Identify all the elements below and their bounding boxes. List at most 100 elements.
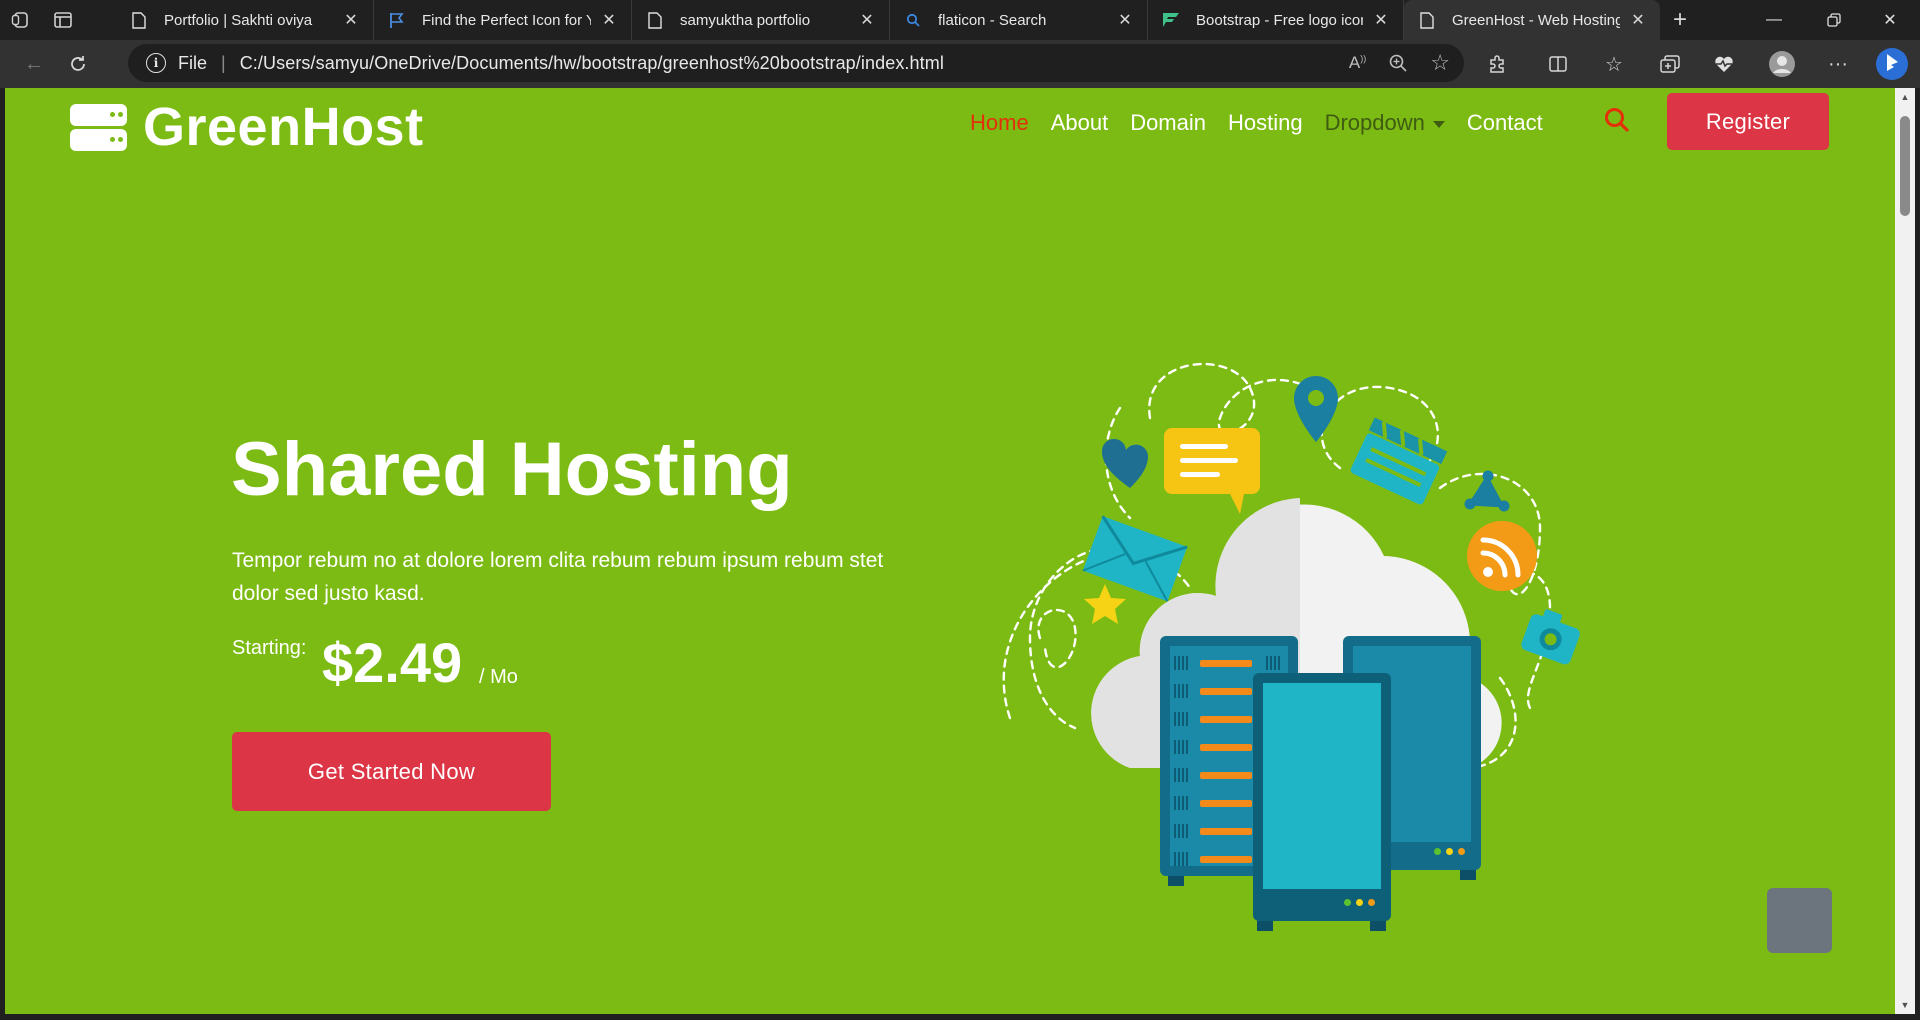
profile-button[interactable] (1760, 44, 1804, 84)
restore-button[interactable] (1804, 0, 1864, 40)
minimize-icon: — (1766, 11, 1782, 28)
address-bar[interactable]: i File | C:/Users/samyu/OneDrive/Documen… (128, 44, 1464, 82)
favorites-button[interactable]: ☆ (1592, 44, 1636, 84)
arrow-left-icon: ← (24, 52, 44, 75)
zoom-icon[interactable] (1388, 53, 1408, 73)
tab-title: GreenHost - Web Hosting (1452, 11, 1620, 29)
url-scheme: File (178, 52, 208, 73)
nav-dropdown-label: Dropdown (1324, 110, 1425, 135)
price-value: $2.49 (322, 631, 463, 694)
browser-tab-active[interactable]: GreenHost - Web Hosting ✕ (1404, 0, 1660, 40)
tab-title: Portfolio | Sakhti oviya (164, 11, 313, 29)
tab-actions-button[interactable] (42, 0, 84, 40)
heart-pulse-icon (1715, 56, 1733, 72)
collections-button[interactable] (1648, 44, 1692, 84)
refresh-button[interactable] (56, 44, 100, 84)
page-icon (646, 11, 664, 29)
read-aloud-icon[interactable]: A)) (1349, 53, 1366, 73)
close-icon[interactable]: ✕ (599, 10, 619, 30)
nav-domain[interactable]: Domain (1130, 110, 1206, 136)
heart-icon (1101, 438, 1148, 488)
back-to-top-button[interactable] (1767, 888, 1832, 953)
close-icon[interactable]: ✕ (857, 10, 877, 30)
url-separator: | (221, 52, 226, 73)
plus-icon: + (1672, 6, 1687, 33)
browser-tabstrip: Portfolio | Sakhti oviya ✕ Find the Perf… (0, 0, 1920, 40)
scroll-down-icon[interactable]: ▼ (1899, 1000, 1911, 1010)
close-icon: ✕ (1883, 12, 1897, 29)
browser-tab[interactable]: Find the Perfect Icon for Yo ✕ (374, 0, 632, 40)
nav-contact[interactable]: Contact (1467, 110, 1543, 136)
tab-title: samyuktha portfolio (680, 11, 811, 29)
nav-about[interactable]: About (1051, 110, 1109, 136)
server-icon (70, 102, 127, 152)
browser-tab[interactable]: Portfolio | Sakhti oviya ✕ (116, 0, 374, 40)
scroll-up-icon[interactable]: ▲ (1899, 92, 1911, 102)
search-icon (1605, 108, 1629, 132)
close-window-button[interactable]: ✕ (1860, 0, 1920, 40)
caret-down-icon (1432, 120, 1445, 128)
back-button[interactable]: ← (12, 44, 56, 84)
flag-icon (388, 11, 406, 29)
close-icon[interactable]: ✕ (1628, 10, 1648, 30)
nav-home[interactable]: Home (970, 110, 1029, 136)
tab-actions-icon (54, 12, 72, 28)
split-screen-button[interactable] (1536, 44, 1580, 84)
scrollbar-thumb[interactable] (1900, 116, 1910, 216)
clapperboard-icon (1350, 417, 1448, 505)
favorites-icon: ☆ (1605, 53, 1623, 76)
tab-title: flaticon - Search (938, 11, 1047, 29)
close-icon[interactable]: ✕ (1115, 10, 1135, 30)
get-started-button[interactable]: Get Started Now (232, 732, 551, 811)
rss-icon (1467, 521, 1537, 591)
minimize-button[interactable]: — (1744, 0, 1804, 40)
browser-tab[interactable]: Bootstrap - Free logo icon ✕ (1148, 0, 1404, 40)
search-button[interactable] (1602, 105, 1632, 135)
envelope-icon (1082, 515, 1188, 602)
main-nav: Home About Domain Hosting Dropdown Conta… (970, 110, 1565, 136)
bing-chat-icon (1876, 48, 1908, 80)
page-icon (130, 11, 148, 29)
brand-logo[interactable]: GreenHost (70, 96, 424, 158)
brand-name: GreenHost (143, 97, 424, 157)
map-pin-icon (1294, 376, 1338, 442)
flaticon-logo-icon (1162, 11, 1180, 29)
puzzle-icon (1490, 55, 1504, 73)
page-scrollbar[interactable]: ▲ ▼ (1895, 88, 1915, 1014)
register-button[interactable]: Register (1667, 93, 1829, 150)
settings-more-button[interactable]: ··· (1816, 44, 1860, 84)
extensions-button[interactable] (1476, 44, 1520, 84)
tab-title: Find the Perfect Icon for Yo (422, 11, 591, 29)
new-tab-button[interactable]: + (1660, 6, 1700, 34)
server-rack-icon (1160, 636, 1481, 931)
search-icon (904, 11, 922, 29)
star-icon (1084, 584, 1126, 624)
page-icon (1418, 11, 1436, 29)
hero-description: Tempor rebum no at dolore lorem clita re… (232, 549, 884, 605)
browser-essentials-button[interactable] (1702, 44, 1746, 84)
browser-tab[interactable]: flaticon - Search ✕ (890, 0, 1148, 40)
info-icon[interactable]: i (146, 53, 166, 73)
browser-tab[interactable]: samyuktha portfolio ✕ (632, 0, 890, 40)
workspaces-button[interactable] (0, 0, 42, 40)
hero-title: Shared Hosting (231, 427, 793, 512)
url-text[interactable]: C:/Users/samyu/OneDrive/Documents/hw/boo… (240, 53, 944, 74)
collections-icon (1660, 55, 1680, 73)
tab-title: Bootstrap - Free logo icon (1196, 11, 1363, 29)
cloud-hosting-illustration (1002, 362, 1580, 931)
browser-toolbar: ← i File | C:/Users/samyu/OneDrive/Docum… (0, 40, 1920, 88)
nav-dropdown[interactable]: Dropdown (1325, 110, 1445, 136)
star-icon[interactable]: ☆ (1430, 50, 1450, 76)
workspaces-icon (11, 12, 28, 28)
close-icon[interactable]: ✕ (1371, 10, 1391, 30)
price-label: Starting: (232, 637, 307, 659)
copilot-button[interactable] (1870, 44, 1914, 84)
chat-bubble-icon (1164, 428, 1260, 514)
nav-hosting[interactable]: Hosting (1228, 110, 1303, 136)
price-unit: / Mo (479, 666, 518, 688)
avatar (1769, 51, 1795, 77)
close-icon[interactable]: ✕ (341, 10, 361, 30)
camera-icon (1521, 609, 1580, 665)
split-screen-icon (1549, 56, 1567, 72)
more-icon: ··· (1828, 52, 1848, 75)
